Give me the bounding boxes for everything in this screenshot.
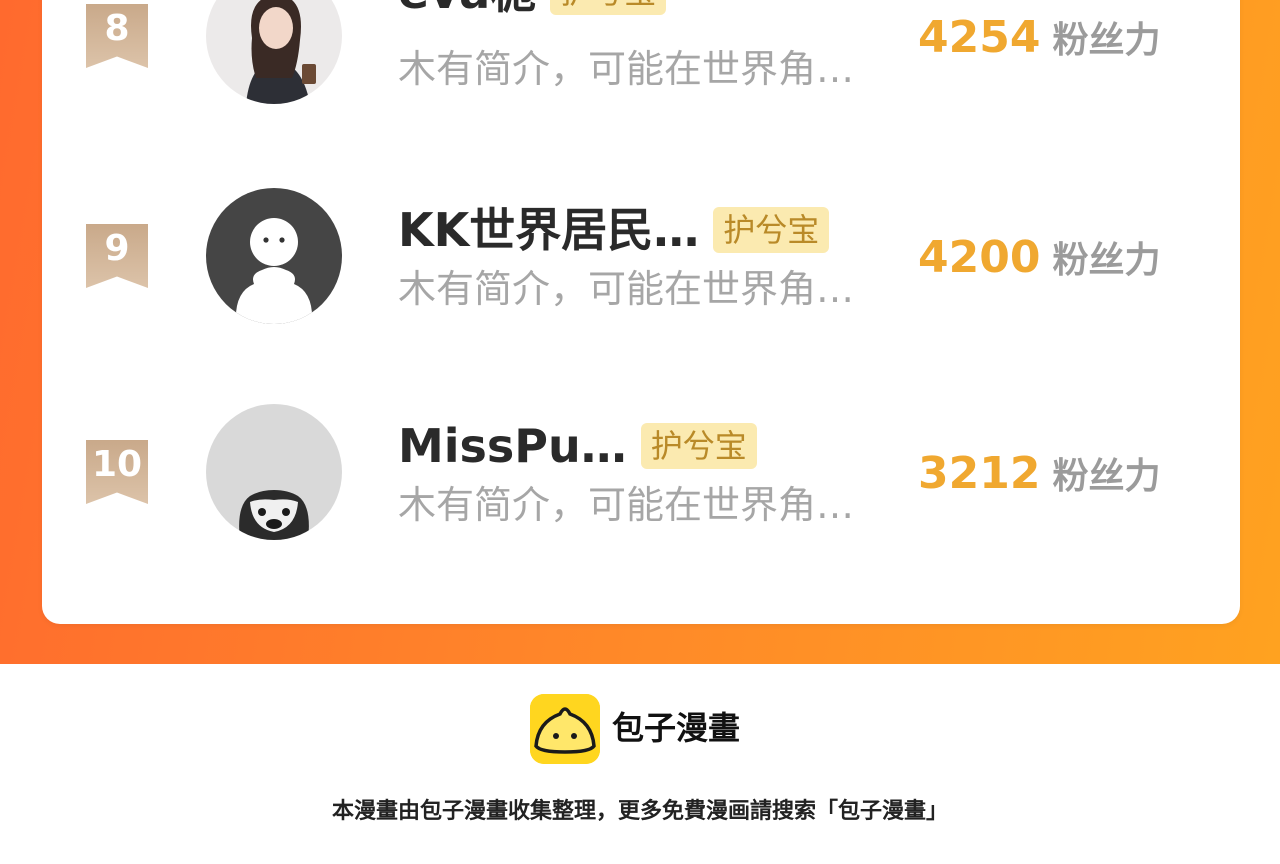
bun-logo-icon[interactable]	[530, 694, 600, 764]
guardian-badge: 护兮宝	[550, 0, 667, 15]
user-intro: 木有简介，可能在世界角…	[398, 47, 855, 91]
user-name[interactable]: eva栀护兮宝	[398, 0, 667, 20]
rank-ribbon-icon: 8	[86, 4, 148, 68]
rank-ribbon-icon: 9	[86, 224, 148, 288]
guardian-badge: 护兮宝	[640, 422, 757, 469]
user-intro: 木有简介，可能在世界角…	[398, 483, 855, 527]
fan-power-label: 粉丝力	[1052, 240, 1161, 281]
fan-power: 4254 粉丝力	[918, 10, 1160, 75]
avatar[interactable]	[206, 404, 342, 540]
user-intro: 木有简介，可能在世界角…	[398, 267, 855, 311]
user-name[interactable]: MissPu… 护兮宝	[398, 418, 757, 474]
user-name-text: KK世界居民…	[398, 203, 700, 257]
avatar[interactable]	[206, 188, 342, 324]
user-name[interactable]: KK世界居民… 护兮宝	[398, 202, 830, 258]
fan-power: 4200 粉丝力	[918, 230, 1160, 295]
fan-power-value: 4254	[918, 12, 1041, 63]
user-name-text: eva栀	[398, 0, 536, 19]
brand-name[interactable]: 包子漫畫	[612, 706, 740, 750]
guardian-badge: 护兮宝	[713, 206, 830, 253]
ranking-row[interactable]: 8 eva栀护兮宝 木有简介，可能在世界角… 4254 粉丝力	[0, 0, 1280, 110]
fan-power-label: 粉丝力	[1052, 456, 1161, 497]
rank-ribbon-icon: 10	[86, 440, 148, 504]
ranking-row[interactable]: 10 MissPu… 护兮宝 木有简介，可能在世界角… 3212 粉丝力	[0, 386, 1280, 546]
fan-power-label: 粉丝力	[1052, 20, 1161, 61]
fan-power-value: 3212	[918, 448, 1041, 499]
avatar[interactable]	[206, 0, 342, 104]
ranking-row[interactable]: 9 KK世界居民… 护兮宝 木有简介，可能在世界角… 4200 粉丝力	[0, 170, 1280, 330]
fan-power-value: 4200	[918, 232, 1041, 283]
fan-power: 3212 粉丝力	[918, 446, 1160, 511]
user-name-text: MissPu…	[398, 419, 627, 473]
footer-note: 本漫畫由包子漫畫收集整理，更多免費漫画請搜索「包子漫畫」	[331, 799, 948, 824]
